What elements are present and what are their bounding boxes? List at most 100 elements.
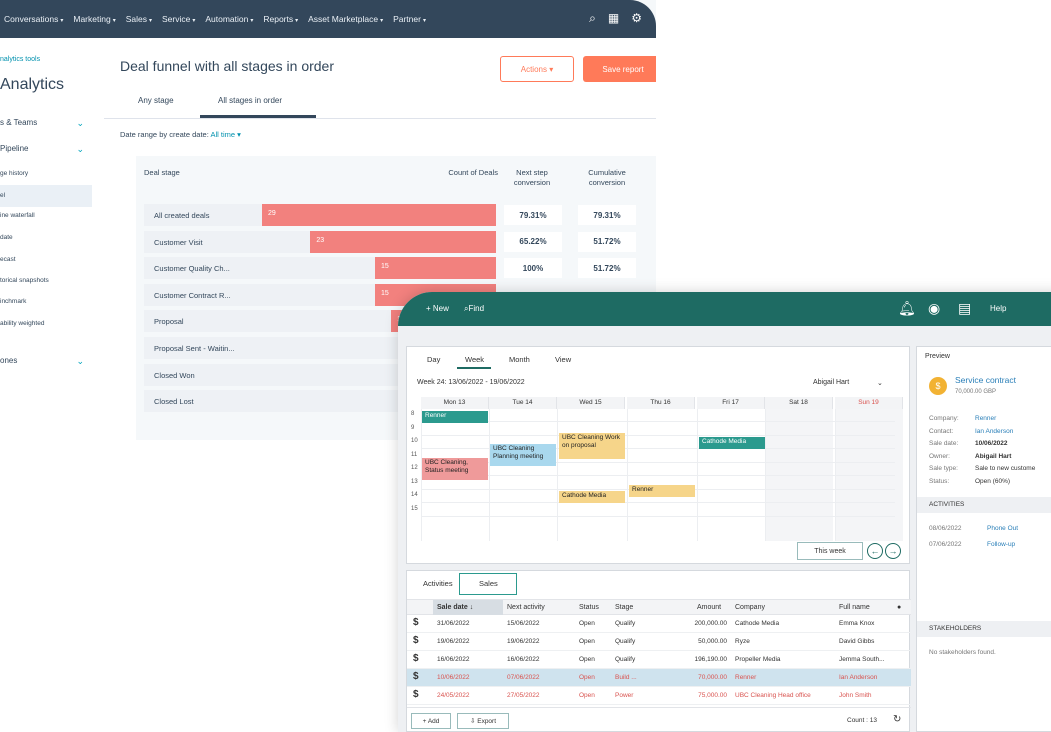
calendar-event[interactable]: Cathode Media [699,437,765,449]
nav-sales[interactable]: Sales ▾ [126,14,152,24]
sale-coin-icon: $ [929,377,947,395]
funnel-bar[interactable]: 29 [262,204,496,226]
sidebar-item[interactable]: el [0,192,5,199]
bell-icon[interactable]: 🔔︎ [898,300,916,317]
help-link[interactable]: Help [990,304,1006,313]
notes-icon[interactable]: ▤ [958,300,971,317]
view-view[interactable]: View [555,355,571,364]
nav-asset-marketplace[interactable]: Asset Marketplace ▾ [308,14,383,24]
crm-topbar: + New ⌕Find 🔔︎ ◉ ▤ Help [398,292,1051,326]
sidebar-item[interactable]: torical snapshots [0,277,49,284]
table-cell-stage: Qualify [615,638,636,645]
preview-field-label: Owner: [929,452,950,460]
col-company[interactable]: Company [735,604,765,611]
preview-field-value[interactable]: Ian Anderson [975,428,1013,435]
preview-record-name[interactable]: Service contract [955,375,1016,385]
actions-button[interactable]: Actions ▾ [500,56,574,82]
calendar-event[interactable]: Renner [422,411,488,423]
marketplace-icon[interactable]: ▦ [608,11,619,25]
nav-marketing[interactable]: Marketing ▾ [73,14,115,24]
avatar[interactable]: ◉ [928,300,940,317]
calendar-event[interactable]: Renner [629,485,695,497]
hour-label: 11 [411,451,418,458]
table-row[interactable]: $10/06/2022 07/06/2022 Open Build ... 70,000… [407,669,911,687]
col-sale-date[interactable]: Sale date ↓ [437,604,473,611]
table-cell-company: Propeller Media [735,656,781,663]
user-select[interactable]: Abigail Hart ⌄ [813,379,883,387]
column-settings-icon[interactable]: ● [897,604,901,611]
col-next-activity[interactable]: Next activity [507,604,545,611]
view-week[interactable]: Week [465,355,484,364]
table-cell-date: 16/06/2022 [437,656,470,663]
table-cell-name: David Gibbs [839,638,875,645]
preview-field-value: Sale to new custome [975,465,1036,472]
search-icon[interactable]: ⌕ [589,11,596,25]
calendar-event[interactable]: UBC Cleaning Work on proposal [559,433,625,459]
export-icon: ⇩ [469,718,478,725]
previous-week-button[interactable]: ← [867,543,883,559]
activity-link[interactable]: Phone Out [987,525,1018,532]
calendar-event[interactable]: UBC Cleaning Planning meeting [490,444,556,466]
nav-partner[interactable]: Partner ▾ [393,14,426,24]
table-cell-amount: 50,000.00 [698,638,727,645]
save-report-button[interactable]: Save report [583,56,656,82]
sidebar-section-teams[interactable]: s & Teams ⌄ [0,118,92,128]
table-cell-amount: 196,190.00 [694,656,727,663]
sidebar-item-active-bg [0,185,92,207]
gear-icon[interactable]: ⚙ [631,11,642,25]
funnel-bar[interactable]: 15 [374,257,496,280]
find-button[interactable]: ⌕Find [464,304,484,314]
nav-automation[interactable]: Automation ▾ [205,14,253,24]
view-month[interactable]: Month [509,355,530,364]
tab-any-stage[interactable]: Any stage [138,96,174,105]
tab-activities[interactable]: Activities [423,579,453,588]
nav-conversations[interactable]: Conversations ▾ [4,14,63,24]
header-deal-stage: Deal stage [144,168,180,177]
sidebar-section-pipeline[interactable]: Pipeline ⌄ [0,144,92,154]
analytics-sidebar: nalytics tools Analytics s & Teams ⌄ Pipe… [0,38,104,440]
preview-field-value[interactable]: Renner [975,415,996,422]
preview-field-value: Open (60%) [975,477,1011,485]
sidebar-section-zones[interactable]: ones ⌄ [0,356,92,366]
sidebar-item[interactable]: ge history [0,170,28,177]
col-full-name[interactable]: Full name [839,604,870,611]
this-week-button[interactable]: This week [797,542,863,560]
table-row[interactable]: $16/06/2022 16/06/2022 Open Qualify 196,190.… [407,651,911,669]
activity-date: 08/06/2022 [929,525,962,532]
new-button[interactable]: + New [426,304,449,313]
activity-link[interactable]: Follow-up [987,541,1015,548]
calendar-event[interactable]: Cathode Media [559,491,625,503]
funnel-bar[interactable]: 23 [310,230,496,253]
nav-reports[interactable]: Reports ▾ [263,14,298,24]
sidebar-item[interactable]: ecast [0,256,16,263]
hour-line [421,515,895,517]
col-stage[interactable]: Stage [615,604,633,611]
sidebar-item[interactable]: inchmark [0,298,26,305]
sidebar-item[interactable]: ine waterfall [0,212,35,219]
table-cell-company: Cathode Media [735,620,780,627]
sidebar-item[interactable]: ability weighted [0,320,44,327]
export-button[interactable]: ⇩ Export [457,713,509,729]
preview-field-value: Abigail Hart [975,452,1012,460]
sidebar-item[interactable]: date [0,234,13,241]
sidebar-subtitle[interactable]: nalytics tools [0,56,40,63]
add-button[interactable]: + Add [411,713,451,729]
table-row[interactable]: $31/06/2022 15/06/2022 Open Qualify 200,000.… [407,615,911,633]
bar-value-label: 15 [380,289,389,297]
table-cell-amount: 200,000.00 [694,620,727,627]
table-row[interactable]: $19/06/2022 19/06/2022 Open Qualify 50,000.0… [407,633,911,651]
nav-service[interactable]: Service ▾ [162,14,195,24]
week-label: Week 24: 13/06/2022 - 19/06/2022 [417,379,525,386]
date-range-filter[interactable]: Date range by create date: All time ▾ [120,130,241,139]
table-cell-date: 19/06/2022 [437,638,470,645]
tab-sales[interactable]: Sales [479,579,498,588]
col-status[interactable]: Status [579,604,599,611]
col-amount[interactable]: Amount [697,604,721,611]
table-row[interactable]: $24/05/2022 27/05/2022 Open Power 75,000.00 U… [407,687,911,705]
hour-line [421,475,895,476]
next-week-button[interactable]: → [885,543,901,559]
refresh-icon[interactable]: ↻ [893,714,901,725]
view-day[interactable]: Day [427,355,440,364]
calendar-event[interactable]: UBC Cleaning, Status meeting [422,458,488,480]
tab-all-stages[interactable]: All stages in order [218,96,282,105]
